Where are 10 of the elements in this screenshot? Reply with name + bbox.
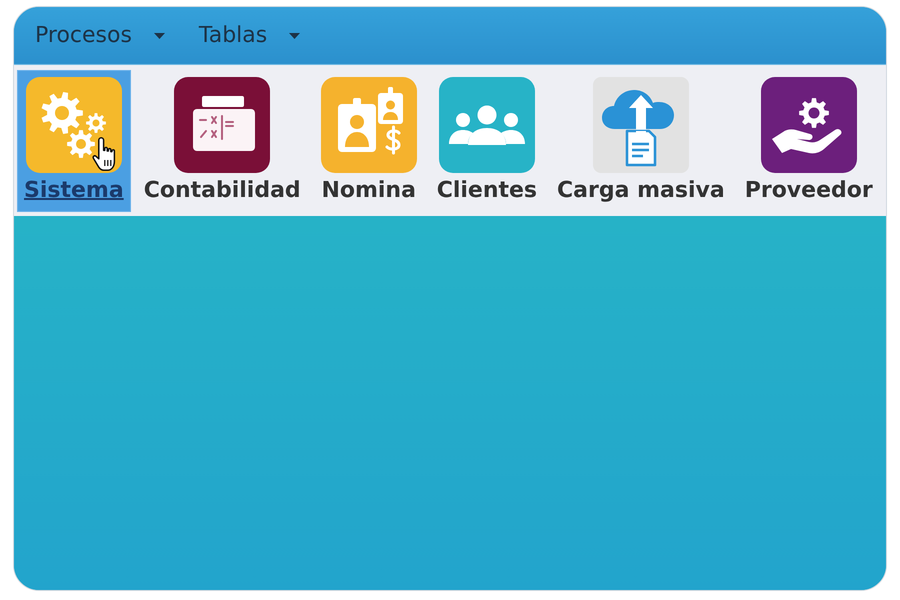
toolbar-item[interactable]: Proveedor [738,70,880,212]
toolbar-item[interactable]: Carga masiva [550,70,732,212]
caret-icon [154,32,165,38]
toolbar-item[interactable]: Nomina [314,70,424,212]
toolbar-item[interactable]: Clientes [430,70,544,212]
toolbar-item[interactable]: Contabilidad [136,70,308,212]
menu-item[interactable]: Procesos [35,23,165,48]
toolbar-item[interactable]: Sistema [17,70,131,212]
caret-icon [289,32,300,38]
menu-item[interactable]: Tablas [198,23,300,48]
